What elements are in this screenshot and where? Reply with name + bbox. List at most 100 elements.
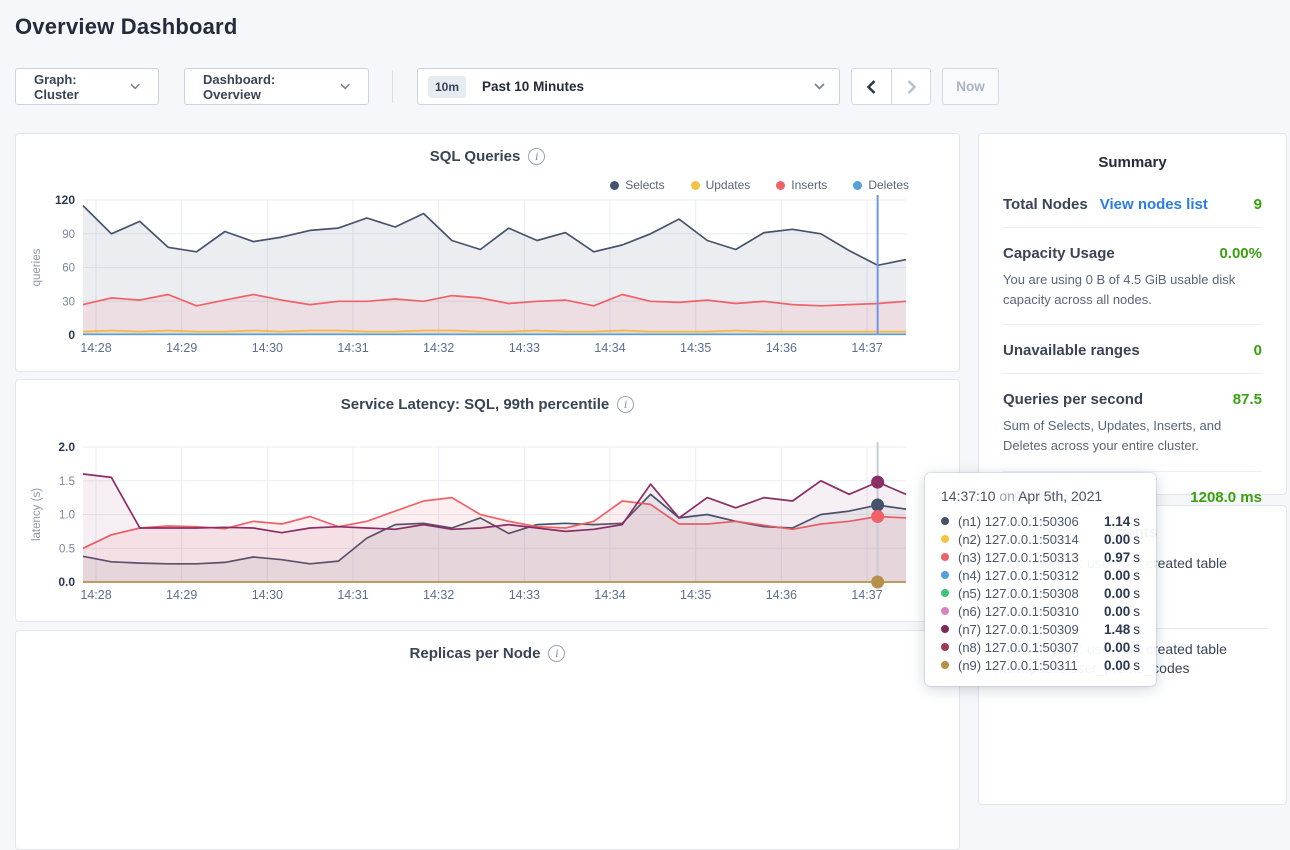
legend-item-deletes[interactable]: Deletes: [853, 178, 909, 192]
service-latency-panel: Service Latency: SQL, 99th percentile i …: [15, 379, 960, 622]
y-axis-unit-label: latency (s): [31, 488, 43, 541]
svg-text:14:28: 14:28: [80, 341, 111, 355]
y-axis-unit-label: queries: [31, 248, 43, 286]
view-nodes-list-link[interactable]: View nodes list: [1100, 196, 1208, 213]
dashboard-dropdown[interactable]: Dashboard: Overview: [184, 68, 369, 105]
legend-dot-icon: [776, 181, 785, 190]
chevron-down-icon: [814, 83, 825, 90]
time-range-badge: 10m: [428, 76, 466, 98]
series-dot-icon: [941, 661, 949, 669]
svg-text:14:34: 14:34: [594, 588, 625, 602]
svg-text:0.0: 0.0: [58, 575, 75, 589]
controls-divider: [392, 70, 393, 103]
dashboard-controls: Graph: Cluster Dashboard: Overview 10m P…: [15, 68, 999, 105]
info-icon[interactable]: i: [528, 148, 545, 165]
series-dot-icon: [941, 625, 949, 633]
capacity-usage-desc: You are using 0 B of 4.5 GiB usable disk…: [1003, 270, 1262, 310]
svg-text:60: 60: [62, 263, 75, 275]
summary-total-nodes-row: Total Nodes View nodes list 9: [1003, 179, 1262, 228]
tooltip-timestamp: 14:37:10 on Apr 5th, 2021: [941, 488, 1140, 504]
legend-item-selects[interactable]: Selects: [610, 178, 664, 192]
svg-text:14:35: 14:35: [680, 341, 711, 355]
queries-per-second-desc: Sum of Selects, Updates, Inserts, and De…: [1003, 416, 1262, 456]
svg-text:14:33: 14:33: [509, 341, 540, 355]
time-prev-button[interactable]: [852, 69, 891, 104]
svg-text:14:32: 14:32: [423, 588, 454, 602]
overview-dashboard-page: { "page": { "title": "Overview Dashboard…: [0, 0, 1290, 689]
capacity-usage-value: 0.00%: [1219, 245, 1262, 262]
svg-text:14:28: 14:28: [80, 588, 111, 602]
now-button[interactable]: Now: [942, 68, 999, 105]
legend-dot-icon: [610, 181, 619, 190]
time-range-picker[interactable]: 10m Past 10 Minutes: [417, 68, 840, 105]
info-icon[interactable]: i: [617, 396, 634, 413]
legend-dot-icon: [691, 181, 700, 190]
svg-text:14:36: 14:36: [766, 588, 797, 602]
svg-text:120: 120: [55, 195, 75, 207]
series-dot-icon: [941, 553, 949, 561]
tooltip-node-row: (n4) 127.0.0.1:503120.00s: [941, 566, 1140, 584]
svg-text:14:37: 14:37: [851, 341, 882, 355]
svg-text:14:32: 14:32: [423, 341, 454, 355]
svg-text:14:36: 14:36: [766, 341, 797, 355]
capacity-usage-label: Capacity Usage: [1003, 245, 1115, 262]
sql-queries-title: SQL Queries: [430, 148, 521, 165]
unavailable-ranges-value: 0: [1254, 342, 1262, 359]
total-nodes-label: Total Nodes: [1003, 196, 1088, 213]
series-dot-icon: [941, 535, 949, 543]
svg-text:2.0: 2.0: [58, 442, 75, 454]
service-latency-chart[interactable]: 0.0 0.5 1.0 1.5 2.0 14:28 14:29 14:30 14:31 14:32…: [16, 442, 959, 614]
tooltip-node-row: (n6) 127.0.0.1:503100.00s: [941, 602, 1140, 620]
unavailable-ranges-label: Unavailable ranges: [1003, 342, 1140, 359]
sql-queries-chart[interactable]: 030609012014:2814:2914:3014:3114:3214:33…: [16, 195, 959, 365]
svg-text:1.0: 1.0: [59, 510, 75, 522]
svg-text:14:30: 14:30: [252, 588, 283, 602]
svg-text:14:30: 14:30: [252, 341, 283, 355]
summary-capacity-row: Capacity Usage 0.00% You are using 0 B o…: [1003, 228, 1262, 325]
info-icon[interactable]: i: [548, 645, 565, 662]
svg-text:14:33: 14:33: [509, 588, 540, 602]
p99-latency-value: 1208.0 ms: [1190, 489, 1262, 506]
sql-queries-panel: SQL Queries i Selects Updates Inserts Delet…: [15, 133, 960, 372]
chevron-right-icon: [907, 80, 916, 94]
svg-text:14:29: 14:29: [166, 341, 197, 355]
series-dot-icon: [941, 571, 949, 579]
dashboard-dropdown-label: Dashboard: Overview: [203, 72, 330, 102]
replicas-per-node-title: Replicas per Node: [410, 645, 541, 662]
queries-per-second-label: Queries per second: [1003, 391, 1143, 408]
tooltip-node-row: (n3) 127.0.0.1:503130.97s: [941, 548, 1140, 566]
svg-text:14:31: 14:31: [337, 341, 368, 355]
queries-per-second-value: 87.5: [1233, 391, 1262, 408]
legend-item-inserts[interactable]: Inserts: [776, 178, 827, 192]
tooltip-node-row: (n2) 127.0.0.1:503140.00s: [941, 530, 1140, 548]
chevron-down-icon: [130, 83, 140, 90]
time-next-button[interactable]: [891, 69, 930, 104]
time-range-label: Past 10 Minutes: [482, 79, 814, 94]
svg-text:14:34: 14:34: [594, 341, 625, 355]
tooltip-node-row: (n1) 127.0.0.1:503061.14s: [941, 512, 1140, 530]
chart-hover-tooltip: 14:37:10 on Apr 5th, 2021 (n1) 127.0.0.1…: [925, 473, 1156, 686]
total-nodes-value: 9: [1254, 196, 1262, 213]
chevron-left-icon: [867, 80, 876, 94]
legend-dot-icon: [853, 181, 862, 190]
svg-text:14:31: 14:31: [337, 588, 368, 602]
summary-unavailable-row: Unavailable ranges 0: [1003, 325, 1262, 374]
summary-title: Summary: [979, 134, 1286, 171]
summary-qps-row: Queries per second 87.5 Sum of Selects, …: [1003, 374, 1262, 471]
tooltip-node-row: (n7) 127.0.0.1:503091.48s: [941, 620, 1140, 638]
chevron-down-icon: [340, 83, 350, 90]
tooltip-node-row: (n5) 127.0.0.1:503080.00s: [941, 584, 1140, 602]
legend-item-updates[interactable]: Updates: [691, 178, 751, 192]
svg-text:14:37: 14:37: [851, 588, 882, 602]
graph-scope-dropdown[interactable]: Graph: Cluster: [15, 68, 159, 105]
time-pager: [851, 68, 931, 105]
svg-text:0.5: 0.5: [59, 543, 75, 555]
service-latency-title: Service Latency: SQL, 99th percentile: [341, 396, 609, 413]
svg-text:1.5: 1.5: [59, 476, 75, 488]
series-dot-icon: [941, 517, 949, 525]
svg-text:14:29: 14:29: [166, 588, 197, 602]
series-dot-icon: [941, 607, 949, 615]
summary-panel: Summary Total Nodes View nodes list 9 Ca…: [978, 133, 1287, 495]
tooltip-node-row: (n9) 127.0.0.1:503110.00s: [941, 656, 1140, 674]
svg-text:30: 30: [62, 296, 75, 308]
